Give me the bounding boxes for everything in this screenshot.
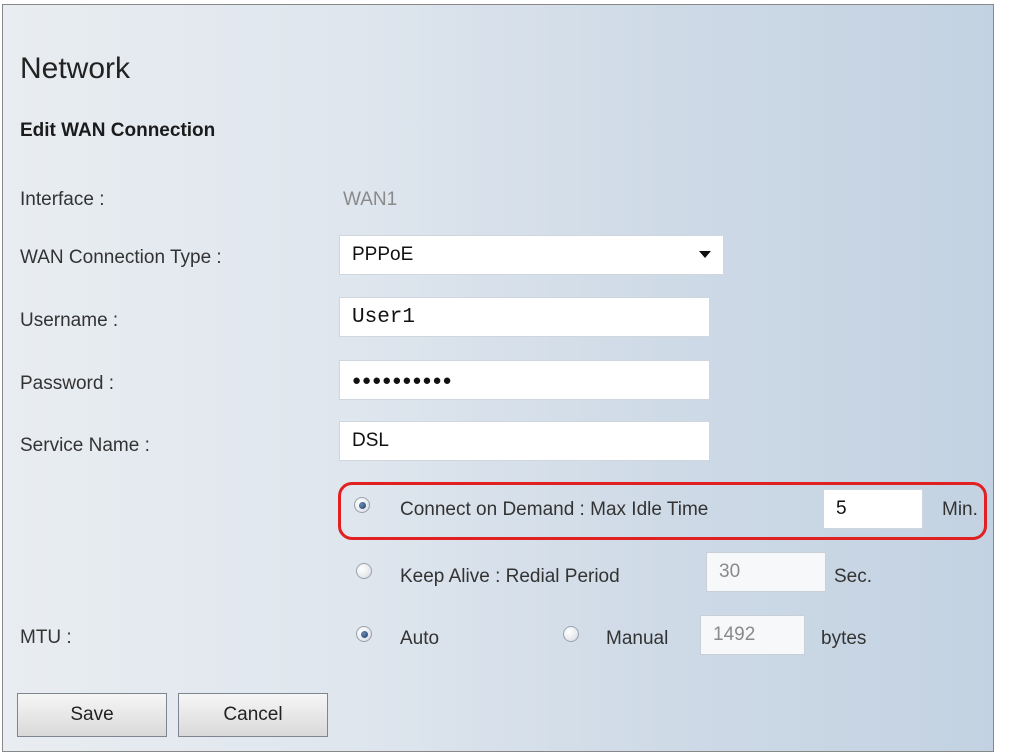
service-name-label: Service Name : (20, 435, 150, 456)
max-idle-time-input[interactable]: 5 (823, 489, 923, 529)
save-button[interactable]: Save (17, 693, 167, 737)
wan-type-select[interactable]: PPPoE (339, 235, 724, 275)
mtu-label: MTU : (20, 627, 72, 648)
mtu-auto-radio[interactable] (356, 626, 372, 642)
interface-value: WAN1 (343, 189, 398, 210)
redial-period-value: 30 (719, 561, 741, 582)
section-title: Edit WAN Connection (20, 120, 216, 141)
mtu-manual-value: 1492 (713, 624, 756, 645)
username-input[interactable]: User1 (339, 297, 710, 337)
mtu-manual-label: Manual (606, 628, 669, 649)
cancel-button[interactable]: Cancel (178, 693, 328, 737)
username-label: Username : (20, 310, 119, 331)
redial-period-input[interactable]: 30 (706, 552, 826, 592)
username-value: User1 (352, 305, 416, 329)
wan-type-label: WAN Connection Type : (20, 247, 222, 268)
mtu-manual-radio[interactable] (563, 626, 579, 642)
page-title: Network (20, 52, 131, 85)
service-name-value: DSL (352, 430, 389, 451)
mtu-auto-label: Auto (400, 628, 440, 649)
service-name-input[interactable]: DSL (339, 421, 710, 461)
max-idle-time-value: 5 (836, 498, 847, 519)
password-label: Password : (20, 373, 114, 394)
redial-period-unit: Sec. (834, 566, 873, 587)
password-input[interactable]: ●●●●●●●●●● (339, 360, 710, 400)
chevron-down-icon (699, 251, 711, 258)
mtu-unit: bytes (821, 628, 867, 649)
keep-alive-label: Keep Alive : Redial Period (400, 566, 620, 587)
connect-on-demand-label: Connect on Demand : Max Idle Time (400, 499, 709, 520)
keep-alive-radio[interactable] (356, 563, 372, 579)
mtu-manual-input[interactable]: 1492 (700, 615, 805, 655)
max-idle-time-unit: Min. (942, 499, 978, 520)
connect-on-demand-radio[interactable] (354, 497, 370, 513)
interface-label: Interface : (20, 189, 105, 210)
wan-type-value: PPPoE (352, 244, 414, 265)
password-value: ●●●●●●●●●● (352, 371, 453, 389)
network-panel: Network Edit WAN Connection Interface : … (2, 4, 994, 752)
